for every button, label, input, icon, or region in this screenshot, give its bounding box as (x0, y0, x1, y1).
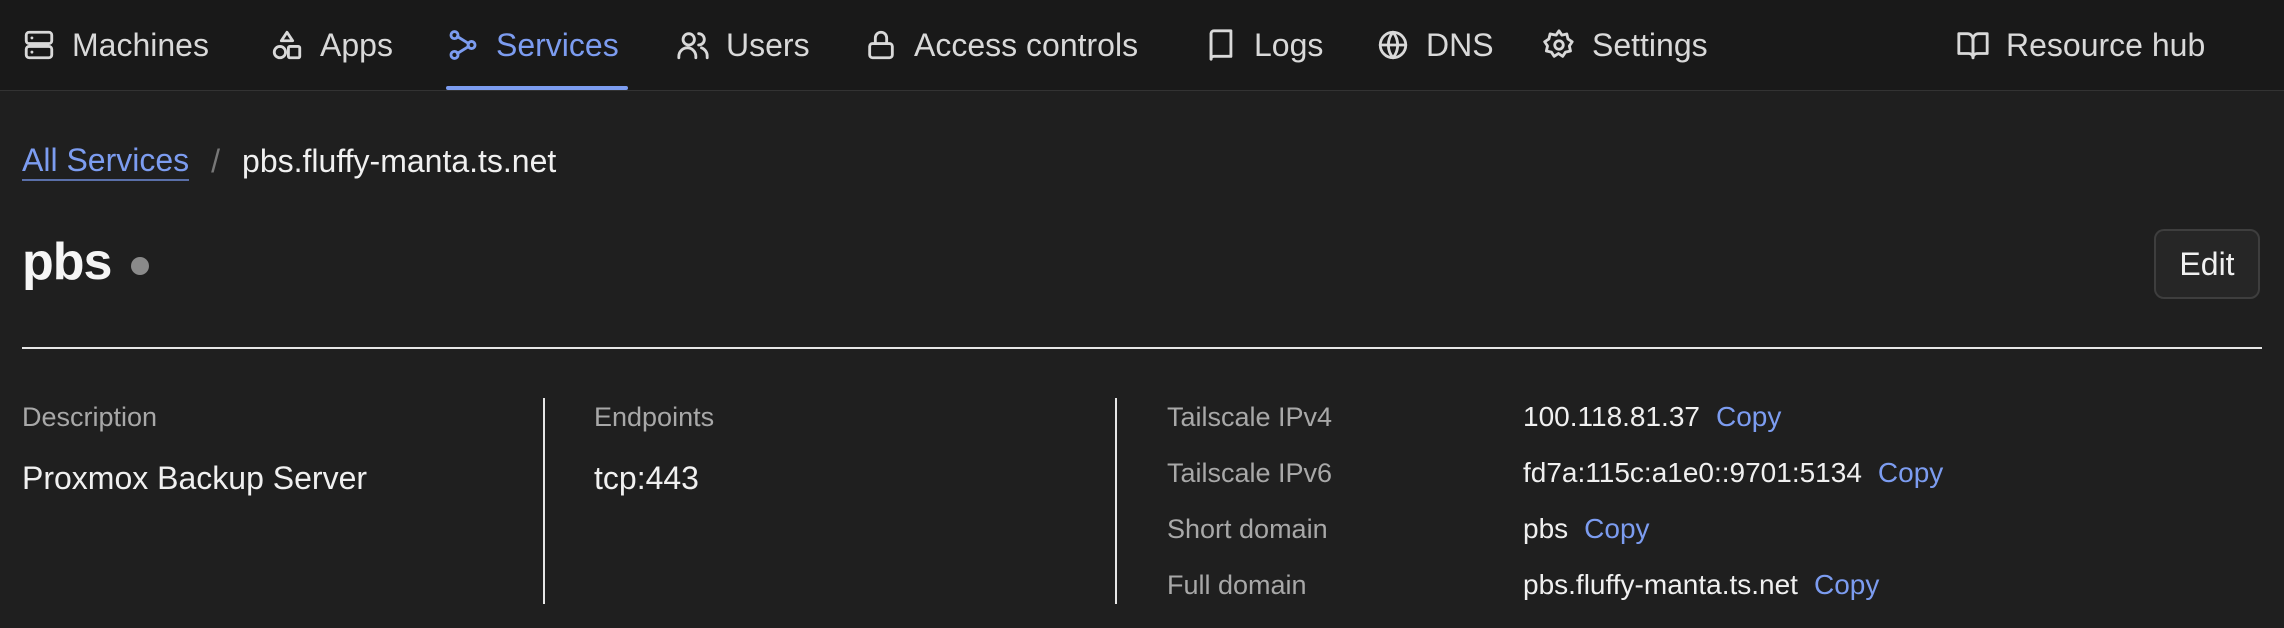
top-navigation: Machines Apps Services Users Access cont… (0, 0, 2284, 91)
ipv4-row: 100.118.81.37 Copy (1523, 401, 1781, 433)
copy-short-domain-button[interactable]: Copy (1584, 513, 1649, 545)
ipv6-label: Tailscale IPv6 (1167, 458, 1333, 488)
nav-label: DNS (1426, 26, 1494, 63)
title-row: pbs (22, 232, 150, 292)
active-tab-indicator (446, 86, 628, 90)
ipv6-row: fd7a:115c:a1e0::9701:5134 Copy (1523, 457, 1943, 489)
description-label: Description (22, 402, 158, 432)
nav-apps[interactable]: Apps (270, 0, 393, 90)
lock-icon (868, 30, 894, 60)
services-icon (449, 30, 477, 60)
nav-dns[interactable]: DNS (1376, 0, 1494, 90)
shapes-icon (272, 30, 302, 60)
endpoints-label: Endpoints (594, 402, 715, 432)
nav-settings[interactable]: Settings (1542, 0, 1708, 90)
nav-logs[interactable]: Logs (1204, 0, 1323, 90)
description-value: Proxmox Backup Server (22, 460, 368, 496)
globe-icon (1378, 30, 1408, 60)
status-dot (131, 257, 150, 275)
nav-label: Settings (1592, 26, 1708, 63)
book-icon (1209, 29, 1233, 61)
page-title: pbs (22, 233, 112, 291)
breadcrumb-all-services-link[interactable]: All Services (22, 142, 190, 181)
breadcrumb-current: pbs.fluffy-manta.ts.net (242, 143, 557, 179)
endpoints-value: tcp:443 (594, 460, 699, 496)
copy-ipv4-button[interactable]: Copy (1716, 401, 1781, 433)
nav-label: Users (726, 26, 810, 63)
nav-label: Machines (72, 26, 209, 63)
users-icon (677, 32, 709, 60)
breadcrumb: All Services / pbs.fluffy-manta.ts.net (22, 142, 556, 181)
full-domain-row: pbs.fluffy-manta.ts.net Copy (1523, 569, 1879, 601)
nav-label: Resource hub (2006, 26, 2206, 63)
edit-button[interactable]: Edit (2154, 229, 2260, 299)
nav-label: Apps (320, 26, 393, 63)
breadcrumb-separator: / (211, 143, 221, 179)
column-divider (543, 398, 545, 604)
gear-icon (1543, 29, 1574, 58)
nav-access-controls[interactable]: Access controls (864, 0, 1138, 90)
nav-label: Logs (1254, 26, 1324, 63)
short-domain-row: pbs Copy (1523, 513, 1650, 545)
nav-users[interactable]: Users (676, 0, 810, 90)
short-domain-label: Short domain (1167, 514, 1328, 544)
server-icon (24, 30, 54, 60)
header-divider (22, 347, 2262, 349)
nav-machines[interactable]: Machines (22, 0, 209, 90)
ipv4-label: Tailscale IPv4 (1167, 402, 1333, 432)
ipv4-value: 100.118.81.37 (1523, 401, 1700, 432)
short-domain-value: pbs (1523, 513, 1569, 544)
copy-ipv6-button[interactable]: Copy (1878, 457, 1943, 489)
nav-label: Access controls (914, 26, 1139, 63)
open-book-icon (1957, 32, 1989, 60)
full-domain-value: pbs.fluffy-manta.ts.net (1523, 569, 1798, 600)
nav-label: Services (496, 26, 619, 63)
nav-resource-hub[interactable]: Resource hub (1956, 0, 2205, 90)
nav-services[interactable]: Services (446, 0, 619, 90)
full-domain-label: Full domain (1167, 570, 1307, 600)
copy-full-domain-button[interactable]: Copy (1814, 569, 1879, 601)
column-divider (1115, 398, 1117, 604)
ipv6-value: fd7a:115c:a1e0::9701:5134 (1523, 457, 1862, 488)
